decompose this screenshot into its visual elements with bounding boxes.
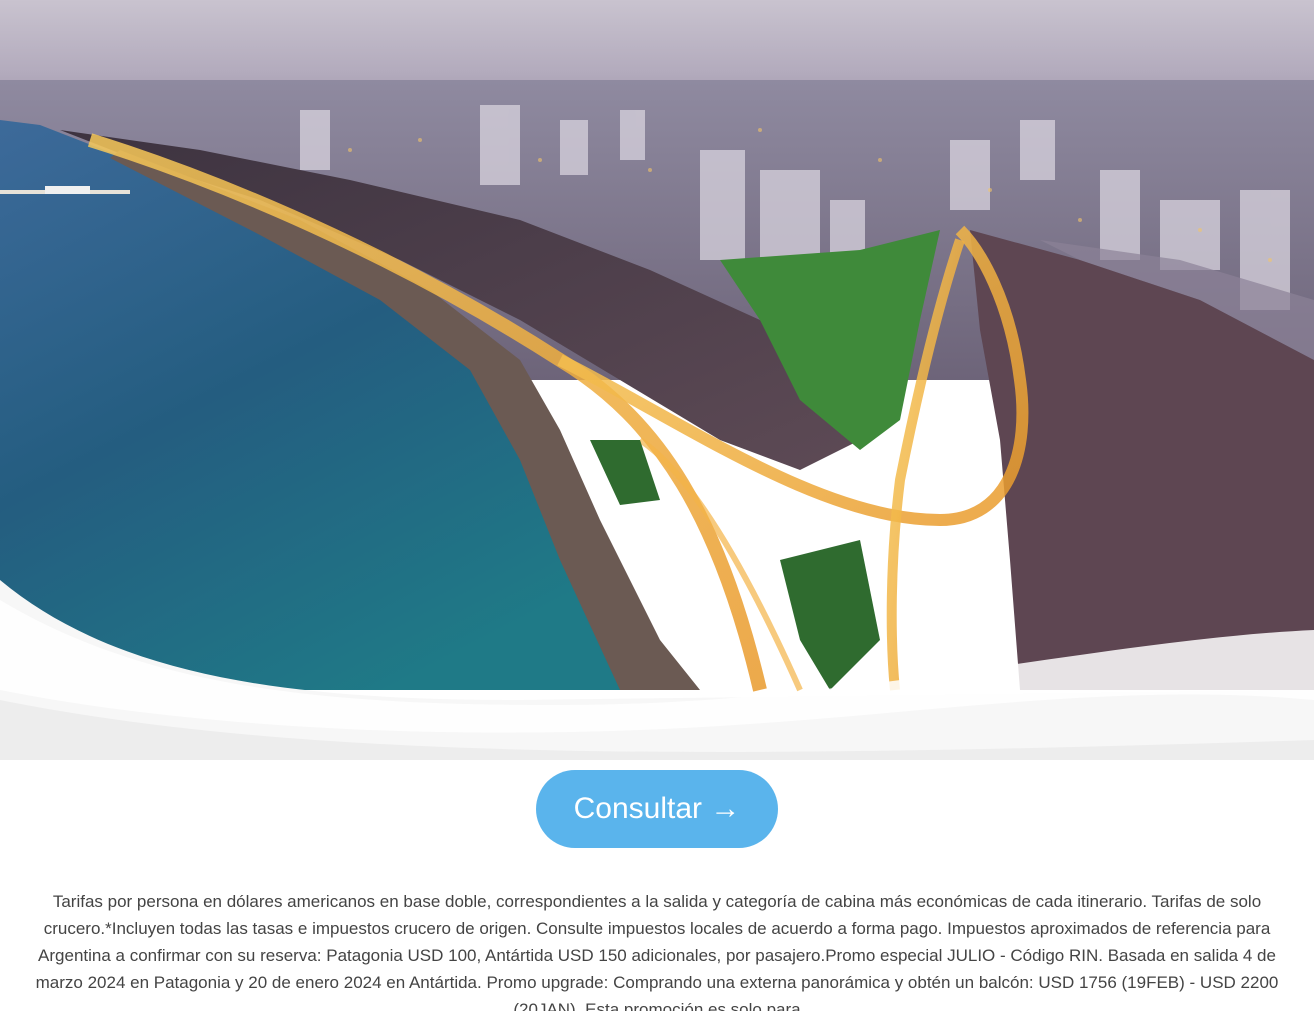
coastal-city-photo bbox=[0, 0, 1314, 760]
disclaimer-text: Tarifas por persona en dólares americano… bbox=[35, 892, 1279, 1011]
email-page: Consultar → Tarifas por persona en dólar… bbox=[0, 0, 1314, 1011]
consultar-button[interactable]: Consultar → bbox=[536, 770, 778, 848]
hero-image bbox=[0, 0, 1314, 760]
cta-container: Consultar → bbox=[0, 770, 1314, 848]
